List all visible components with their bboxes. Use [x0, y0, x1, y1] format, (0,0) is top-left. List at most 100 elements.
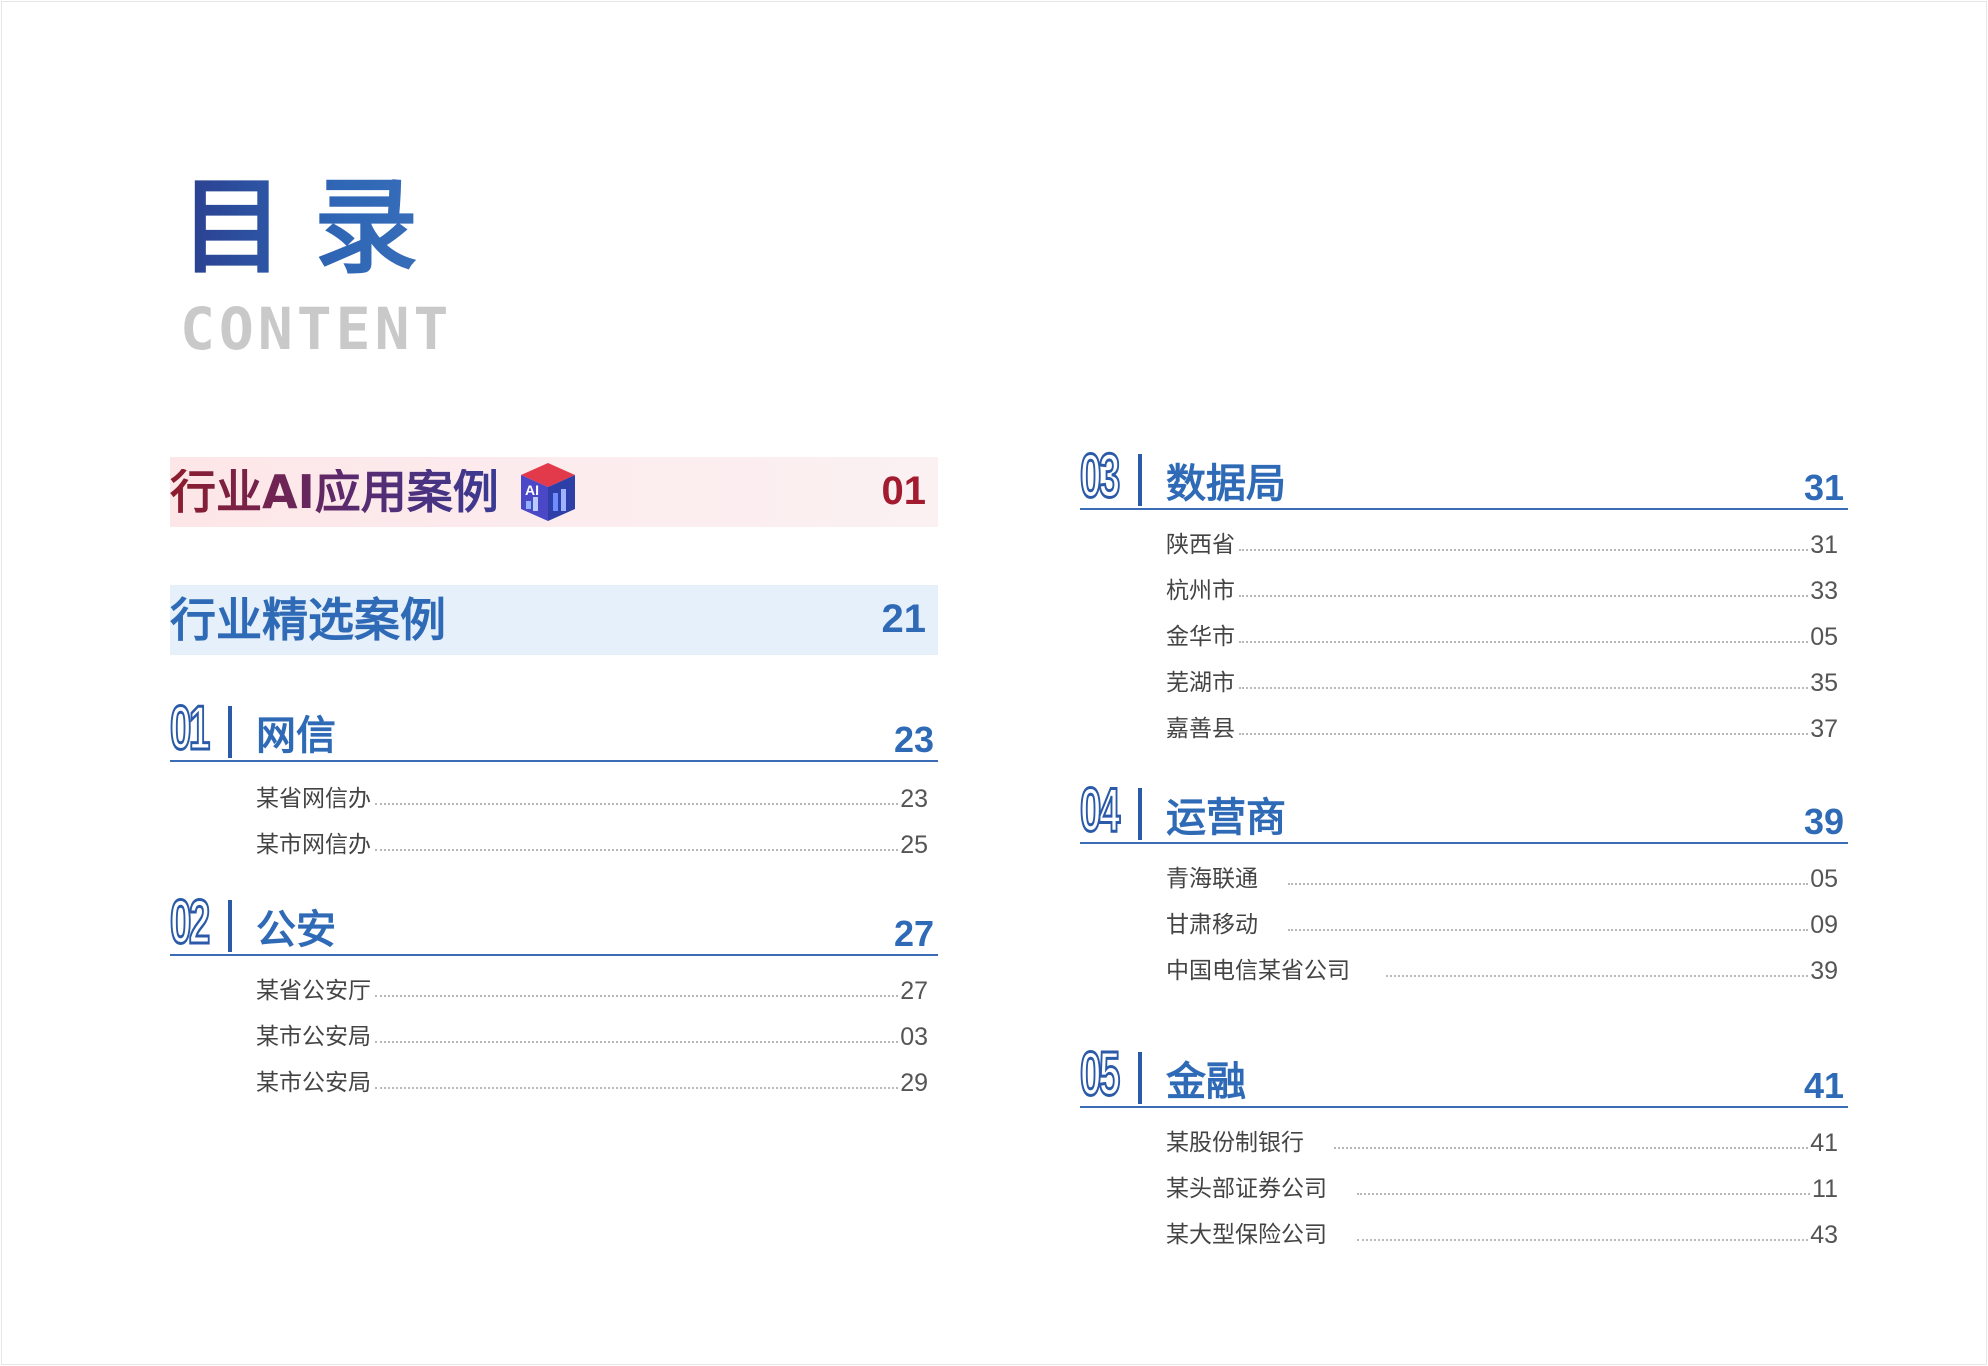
section-header[interactable]: 04 运营商 39 — [1079, 779, 1848, 844]
featured-selected-page: 21 — [881, 597, 927, 641]
toc-item-label: 青海联通 — [1166, 865, 1260, 892]
section-header[interactable]: 02 公安 27 — [169, 888, 938, 958]
toc-item[interactable]: 某市公安局 03 — [256, 1014, 928, 1060]
toc-item[interactable]: 陕西省 31 — [1166, 522, 1838, 568]
ai-cube-icon: AI — [517, 461, 579, 523]
section-page: 23 — [893, 719, 934, 760]
section-number: 02 — [169, 888, 211, 958]
section-number: 05 — [1079, 1040, 1121, 1110]
section-title: 网信 — [256, 713, 336, 759]
toc-item-label: 某市公安局 — [256, 1069, 373, 1096]
dot-leader — [1239, 733, 1809, 735]
dot-leader — [375, 803, 899, 805]
toc-item-page: 23 — [900, 784, 928, 813]
toc-item-page: 05 — [1810, 864, 1838, 893]
page-title: 目录 — [180, 166, 449, 288]
featured-ai-page: 01 — [881, 469, 927, 513]
dot-leader — [375, 1087, 899, 1089]
dot-leader — [375, 995, 899, 997]
toc-item[interactable]: 某股份制银行 41 — [1166, 1120, 1838, 1166]
section-page: 31 — [1803, 467, 1844, 508]
dot-leader — [1239, 549, 1809, 551]
toc-item-label: 陕西省 — [1166, 531, 1237, 558]
featured-ai-title: 行业AI应用案例 — [170, 465, 499, 519]
toc-item[interactable]: 芜湖市 35 — [1166, 660, 1838, 706]
section-divider — [228, 706, 232, 758]
toc-item-label: 芜湖市 — [1166, 669, 1237, 696]
toc-item-page: 35 — [1810, 668, 1838, 697]
section-header[interactable]: 01 网信 23 — [169, 697, 938, 762]
toc-item-label: 中国电信某省公司 — [1166, 957, 1352, 984]
toc-item-label: 某市网信办 — [256, 831, 373, 858]
toc-item-page: 29 — [900, 1068, 928, 1097]
section-header[interactable]: 05 金融 41 — [1079, 1040, 1848, 1110]
toc-item[interactable]: 某市网信办 25 — [256, 822, 928, 868]
section-divider — [1138, 454, 1142, 506]
section-wangxin: 01 网信 23 某省网信办 23 某市网信办 25 — [169, 697, 938, 868]
toc-item-label: 嘉善县 — [1166, 715, 1237, 742]
toc-item-label: 某省公安厅 — [256, 977, 373, 1004]
dot-leader — [375, 1041, 899, 1043]
section-page: 39 — [1803, 801, 1844, 842]
toc-item[interactable]: 某大型保险公司 43 — [1166, 1212, 1838, 1258]
dot-leader — [1357, 1239, 1809, 1241]
toc-item-page: 09 — [1810, 910, 1838, 939]
dot-leader — [1239, 641, 1809, 643]
toc-item-page: 25 — [900, 830, 928, 859]
dot-leader — [1288, 929, 1809, 931]
toc-item[interactable]: 某省公安厅 27 — [256, 968, 928, 1014]
featured-selected-title: 行业精选案例 — [170, 593, 446, 647]
section-header[interactable]: 03 数据局 31 — [1079, 442, 1848, 512]
toc-item[interactable]: 某省网信办 23 — [256, 776, 928, 822]
dot-leader — [1239, 687, 1809, 689]
section-number: 03 — [1079, 442, 1121, 512]
dot-leader — [1288, 883, 1809, 885]
toc-item[interactable]: 金华市 05 — [1166, 614, 1838, 660]
featured-selected-cases[interactable]: 行业精选案例 21 — [170, 585, 938, 655]
section-divider — [1138, 1052, 1142, 1104]
section-shujuju: 03 数据局 31 陕西省 31 杭州市 33 金华市 05 芜湖市 35 嘉善… — [1079, 442, 1848, 752]
section-page: 41 — [1803, 1065, 1844, 1106]
dot-leader — [1334, 1147, 1809, 1149]
toc-item[interactable]: 嘉善县 37 — [1166, 706, 1838, 752]
toc-item-label: 某市公安局 — [256, 1023, 373, 1050]
toc-item-label: 金华市 — [1166, 623, 1237, 650]
toc-item-page: 39 — [1810, 956, 1838, 985]
ai-cube-badge: AI — [525, 482, 539, 498]
section-title: 公安 — [256, 907, 336, 953]
section-page: 27 — [893, 913, 934, 954]
toc-item[interactable]: 甘肃移动 09 — [1166, 902, 1838, 948]
featured-ai-cases[interactable]: 行业AI应用案例 AI 01 — [170, 457, 938, 527]
toc-item-label: 甘肃移动 — [1166, 911, 1260, 938]
toc-item-page: 41 — [1810, 1128, 1838, 1157]
toc-item-page: 05 — [1810, 622, 1838, 651]
section-divider — [1138, 788, 1142, 840]
toc-item-label: 某大型保险公司 — [1166, 1221, 1329, 1248]
toc-item-page: 33 — [1810, 576, 1838, 605]
dot-leader — [375, 849, 899, 851]
section-gongan: 02 公安 27 某省公安厅 27 某市公安局 03 某市公安局 29 — [169, 888, 938, 1106]
toc-item-label: 某省网信办 — [256, 785, 373, 812]
toc-item[interactable]: 杭州市 33 — [1166, 568, 1838, 614]
section-divider — [228, 900, 232, 952]
page-subtitle: CONTENT — [180, 295, 453, 363]
dot-leader — [1357, 1193, 1811, 1195]
dot-leader — [1239, 595, 1809, 597]
toc-item[interactable]: 某头部证券公司 11 — [1166, 1166, 1838, 1212]
toc-item-page: 43 — [1810, 1220, 1838, 1249]
toc-item-page: 03 — [900, 1022, 928, 1051]
toc-item[interactable]: 青海联通 05 — [1166, 856, 1838, 902]
section-title: 金融 — [1166, 1059, 1246, 1105]
dot-leader — [1386, 975, 1809, 977]
toc-item-label: 某头部证券公司 — [1166, 1175, 1329, 1202]
toc-item[interactable]: 某市公安局 29 — [256, 1060, 928, 1106]
toc-item-page: 27 — [900, 976, 928, 1005]
toc-item-label: 某股份制银行 — [1166, 1129, 1306, 1156]
toc-item-page: 31 — [1810, 530, 1838, 559]
toc-item[interactable]: 中国电信某省公司 39 — [1166, 948, 1838, 994]
section-jinrong: 05 金融 41 某股份制银行 41 某头部证券公司 11 某大型保险公司 43 — [1079, 1040, 1848, 1258]
section-yunyingshang: 04 运营商 39 青海联通 05 甘肃移动 09 中国电信某省公司 39 — [1079, 779, 1848, 994]
toc-item-page: 11 — [1812, 1174, 1838, 1203]
toc-item-label: 杭州市 — [1166, 577, 1237, 604]
toc-item-page: 37 — [1810, 714, 1838, 743]
